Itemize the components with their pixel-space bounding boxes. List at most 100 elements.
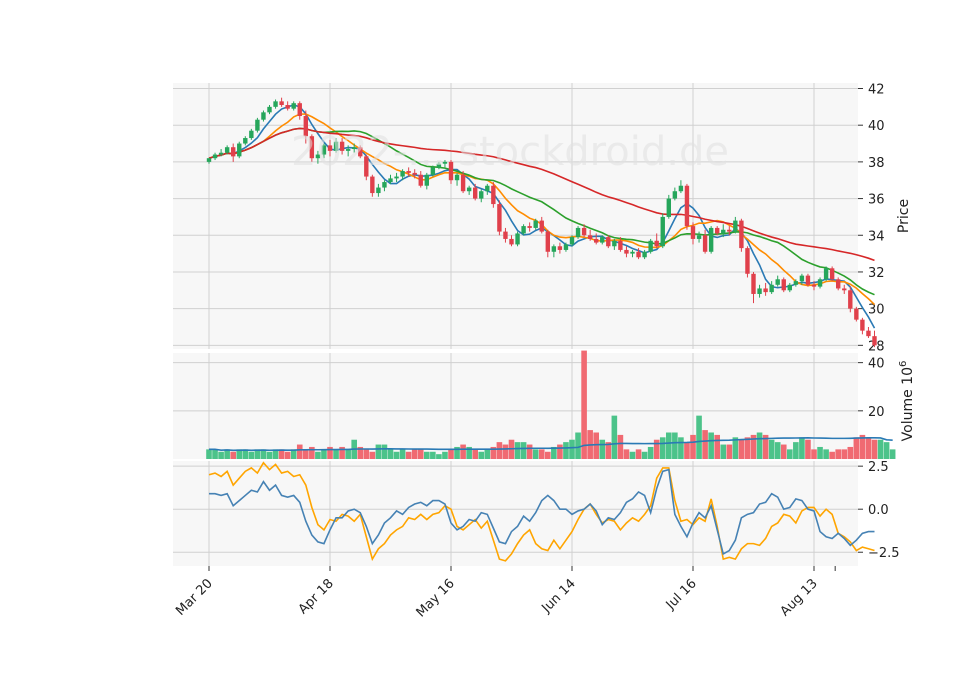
candle-body	[751, 273, 756, 294]
candle-body	[696, 235, 702, 239]
volume-bar	[647, 446, 654, 459]
candle-body	[460, 174, 466, 192]
volume-bar	[696, 415, 702, 459]
price-ytick-label: 36	[868, 193, 885, 208]
candle-body	[708, 227, 714, 252]
candle-body	[672, 191, 678, 199]
volume-bar	[835, 449, 841, 459]
volume-bar	[744, 437, 751, 459]
volume-bar	[611, 415, 618, 459]
candle-body	[866, 330, 871, 337]
candle-body	[581, 227, 587, 236]
candle-body	[503, 231, 508, 239]
price-axis-label: Price	[896, 199, 912, 233]
candle-body	[702, 235, 708, 252]
candle-body	[388, 178, 393, 183]
indicator-ytick-label: −2.5	[868, 546, 900, 561]
volume-bar	[635, 449, 642, 459]
candle-body	[273, 101, 278, 107]
volume-axis-label: Volume 106	[898, 361, 916, 442]
candle-body	[727, 229, 732, 232]
candle-body	[757, 288, 762, 294]
volume-bar	[520, 442, 527, 459]
volume-bar	[218, 451, 224, 459]
candle-body	[563, 244, 569, 250]
volume-bar	[381, 444, 388, 459]
volume-bar	[442, 451, 448, 459]
volume-bar	[266, 451, 273, 459]
volume-bar	[478, 451, 485, 459]
volume-bar	[841, 449, 848, 459]
candle-body	[515, 233, 520, 245]
candle-body	[569, 237, 575, 245]
candle-body	[739, 220, 744, 249]
volume-bar	[593, 432, 599, 459]
volume-bar	[411, 449, 418, 459]
candle-body	[551, 246, 557, 252]
volume-bar	[569, 439, 575, 459]
price-ytick-label: 38	[868, 156, 885, 171]
volume-bar	[375, 444, 382, 459]
indicator-ytick-label: 0.0	[868, 503, 889, 518]
candle-body	[539, 220, 544, 232]
volume-bar	[811, 449, 817, 459]
candle-body	[805, 275, 811, 285]
volume-bar	[315, 451, 321, 459]
volume-bar	[387, 449, 394, 459]
volume-bar	[799, 437, 805, 459]
volume-bar	[309, 446, 315, 459]
price-ytick-label: 42	[868, 83, 885, 98]
candle-body	[781, 279, 786, 291]
candle-body	[630, 251, 635, 254]
candle-body	[545, 231, 550, 252]
candle-body	[587, 235, 593, 239]
volume-bar	[823, 449, 829, 459]
candle-body	[636, 251, 641, 258]
volume-bar	[563, 442, 569, 459]
price-ytick-label: 32	[868, 266, 885, 281]
candle-body	[836, 279, 841, 289]
stock-chart: 28 30 32 34 36 38 40 42 20 40 −2.5 0.0 2.5 Price Volum…	[0, 0, 960, 694]
volume-bar	[678, 437, 684, 459]
candle-body	[376, 187, 381, 194]
candle-body	[848, 290, 853, 309]
candle-body	[454, 174, 460, 181]
candle-body	[763, 288, 768, 293]
candle-body	[872, 336, 877, 346]
candle-body	[618, 240, 623, 250]
volume-bar	[460, 444, 466, 459]
volume-bar	[702, 430, 708, 459]
candle-body	[642, 251, 647, 258]
volume-bar	[617, 434, 624, 459]
candle-body	[606, 237, 611, 247]
volume-bar	[575, 432, 581, 459]
chart-canvas: 28303234363840422040−2.50.02.5PriceVolum…	[0, 0, 960, 690]
volume-bar	[780, 444, 787, 459]
candle-body	[249, 130, 254, 139]
volume-bar	[526, 444, 533, 459]
candle-body	[600, 237, 605, 243]
volume-bar	[436, 454, 442, 459]
volume-bar	[641, 451, 648, 459]
candle-body	[466, 187, 472, 192]
candle-body	[521, 226, 526, 234]
candle-body	[715, 227, 720, 234]
volume-bar	[768, 439, 775, 459]
price-ytick-label: 40	[868, 119, 885, 134]
volume-bar	[369, 451, 376, 459]
volume-bar	[623, 449, 630, 459]
candle-body	[594, 238, 599, 243]
candle-body	[479, 191, 484, 199]
candle-body	[279, 101, 284, 106]
volume-bar	[659, 437, 666, 459]
candle-body	[285, 105, 290, 109]
volume-bar	[684, 442, 690, 459]
volume-bar	[666, 432, 672, 459]
candle-body	[206, 158, 212, 162]
candle-body	[509, 238, 514, 245]
volume-bar	[738, 439, 745, 459]
candle-body	[829, 268, 835, 280]
candle-body	[533, 220, 538, 228]
candle-body	[854, 308, 859, 320]
volume-bar	[581, 350, 587, 459]
